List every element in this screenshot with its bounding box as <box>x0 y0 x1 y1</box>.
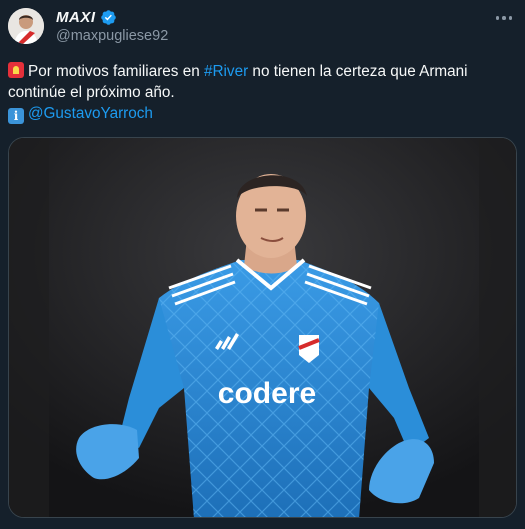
information-icon: i <box>8 108 24 124</box>
hashtag-link[interactable]: #River <box>204 63 248 80</box>
goalkeeper-photo: codere <box>9 138 516 517</box>
author-name-row: MAXI <box>56 9 117 26</box>
jersey-sponsor: codere <box>218 377 316 410</box>
police-siren-icon <box>8 62 24 78</box>
avatar[interactable] <box>8 8 44 44</box>
tweet-line-2: i @GustavoYarroch <box>8 103 513 124</box>
dot <box>508 16 513 20</box>
dot <box>502 16 506 20</box>
mention-link[interactable]: @GustavoYarroch <box>28 105 153 122</box>
tweet-card: MAXI @maxpugliese92 Por motivos familiar… <box>0 0 525 529</box>
author-handle[interactable]: @maxpugliese92 <box>56 28 168 44</box>
tweet-photo[interactable]: codere <box>8 137 517 518</box>
verified-badge-icon <box>100 10 116 25</box>
tweet-line-1: Por motivos familiares en #River no tien… <box>8 61 513 103</box>
more-options-icon[interactable] <box>493 10 515 26</box>
display-name[interactable]: MAXI <box>56 9 96 26</box>
text-segment: Por motivos familiares en <box>28 63 204 80</box>
dot <box>495 16 500 20</box>
tweet-text: Por motivos familiares en #River no tien… <box>8 61 513 124</box>
